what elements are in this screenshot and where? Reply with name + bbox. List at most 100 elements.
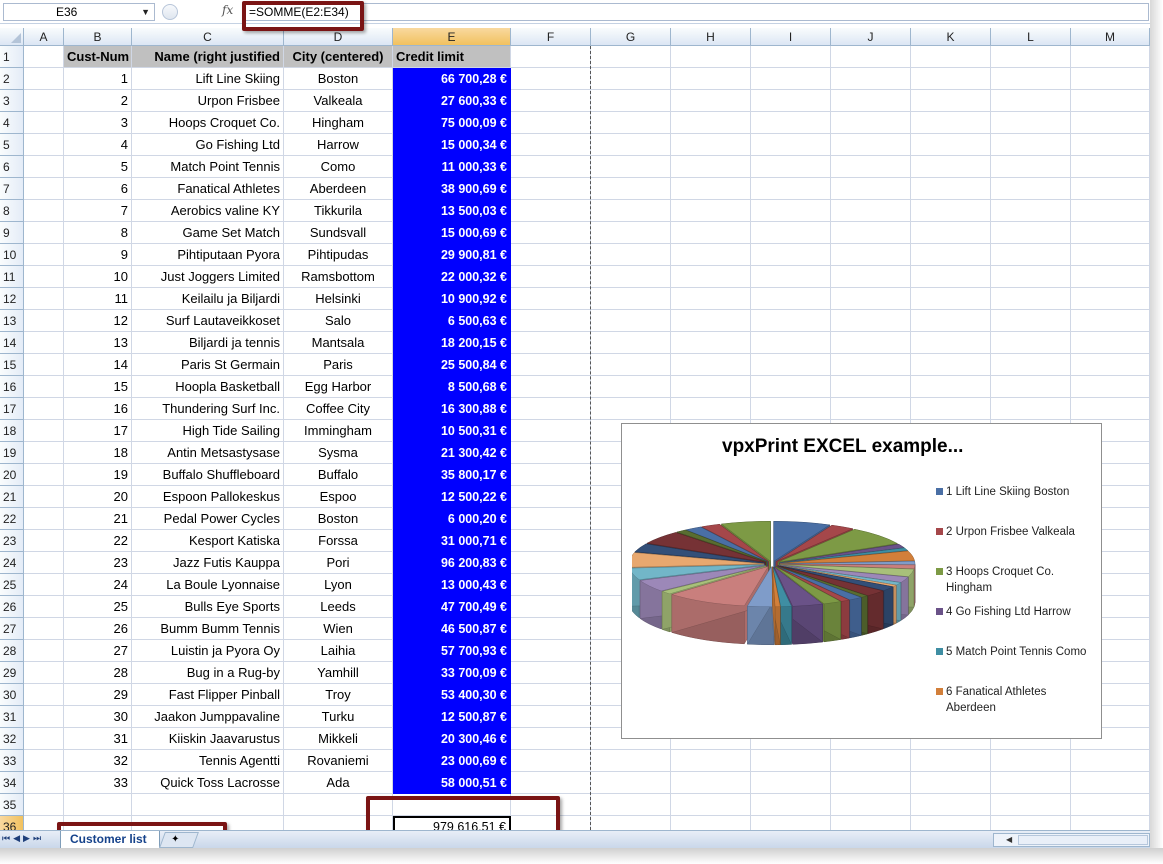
row-header[interactable]: 11: [0, 266, 24, 288]
grid-cell[interactable]: [24, 684, 64, 706]
grid-cell[interactable]: [911, 68, 991, 90]
grid-cell[interactable]: [671, 134, 751, 156]
row-header[interactable]: 19: [0, 442, 24, 464]
cell-city[interactable]: Wien: [284, 618, 393, 640]
cell-cust-num[interactable]: 29: [64, 684, 132, 706]
grid-cell[interactable]: [24, 750, 64, 772]
grid-cell[interactable]: [1071, 398, 1150, 420]
cell-credit-limit[interactable]: 23 000,69 €: [393, 750, 511, 772]
grid-cell[interactable]: [511, 618, 591, 640]
grid-cell[interactable]: [911, 266, 991, 288]
header-credit-limit[interactable]: Credit limit: [393, 46, 511, 68]
grid-cell[interactable]: [511, 728, 591, 750]
grid-cell[interactable]: [591, 244, 671, 266]
grid-cell[interactable]: [1071, 68, 1150, 90]
cell-credit-limit[interactable]: 6 000,20 €: [393, 508, 511, 530]
grid-cell[interactable]: [24, 112, 64, 134]
cell-credit-limit[interactable]: 15 000,69 €: [393, 222, 511, 244]
grid-cell[interactable]: [591, 156, 671, 178]
grid-cell[interactable]: [671, 772, 751, 794]
grid-cell[interactable]: [831, 244, 911, 266]
grid-cell[interactable]: [511, 266, 591, 288]
grid-cell[interactable]: [911, 156, 991, 178]
cell-city[interactable]: Leeds: [284, 596, 393, 618]
cell-cust-num[interactable]: 16: [64, 398, 132, 420]
grid-cell[interactable]: [24, 310, 64, 332]
grid-cell[interactable]: [24, 596, 64, 618]
column-header-b[interactable]: B: [64, 28, 132, 46]
cell-credit-limit[interactable]: 8 500,68 €: [393, 376, 511, 398]
grid-cell[interactable]: [991, 332, 1071, 354]
row-header[interactable]: 14: [0, 332, 24, 354]
grid-cell[interactable]: [511, 310, 591, 332]
column-header-i[interactable]: I: [751, 28, 831, 46]
row-header[interactable]: 17: [0, 398, 24, 420]
row-header[interactable]: 22: [0, 508, 24, 530]
cell-cust-num[interactable]: 23: [64, 552, 132, 574]
grid-cell[interactable]: [1071, 156, 1150, 178]
cell-name[interactable]: La Boule Lyonnaise: [132, 574, 284, 596]
grid-cell[interactable]: [511, 178, 591, 200]
cell-city[interactable]: Lyon: [284, 574, 393, 596]
cell-credit-limit[interactable]: 15 000,34 €: [393, 134, 511, 156]
sheet-nav-arrows-icon[interactable]: ⏮◀▶⏭: [2, 833, 44, 844]
chevron-down-icon[interactable]: ▼: [141, 4, 150, 20]
cell-cust-num[interactable]: 9: [64, 244, 132, 266]
cell-name[interactable]: Jazz Futis Kauppa: [132, 552, 284, 574]
grid-cell[interactable]: [511, 552, 591, 574]
grid-cell[interactable]: [831, 332, 911, 354]
cell-city[interactable]: Forssa: [284, 530, 393, 552]
cell-name[interactable]: Match Point Tennis: [132, 156, 284, 178]
cell-name[interactable]: Go Fishing Ltd: [132, 134, 284, 156]
row-header[interactable]: 29: [0, 662, 24, 684]
cell-name[interactable]: Bumm Bumm Tennis: [132, 618, 284, 640]
grid-cell[interactable]: [1071, 794, 1150, 816]
cell-name[interactable]: Luistin ja Pyora Oy: [132, 640, 284, 662]
grid-cell[interactable]: [511, 244, 591, 266]
cell-name[interactable]: Espoon Pallokeskus: [132, 486, 284, 508]
cell-city[interactable]: Hingham: [284, 112, 393, 134]
cell-credit-limit[interactable]: 96 200,83 €: [393, 552, 511, 574]
cell-city[interactable]: Valkeala: [284, 90, 393, 112]
grid-cell[interactable]: [1071, 222, 1150, 244]
grid-cell[interactable]: [911, 112, 991, 134]
grid-cell[interactable]: [1071, 134, 1150, 156]
grid-cell[interactable]: [831, 266, 911, 288]
cell-name[interactable]: Quick Toss Lacrosse: [132, 772, 284, 794]
sheet-tab-customer-list[interactable]: Customer list: [60, 831, 160, 849]
grid-cell[interactable]: [911, 772, 991, 794]
row-header[interactable]: 24: [0, 552, 24, 574]
row-header[interactable]: 35: [0, 794, 24, 816]
row-header[interactable]: 4: [0, 112, 24, 134]
grid-cell[interactable]: [591, 376, 671, 398]
cell-credit-limit[interactable]: 12 500,22 €: [393, 486, 511, 508]
horizontal-scrollbar[interactable]: ◀: [993, 833, 1150, 847]
grid-cell[interactable]: [24, 552, 64, 574]
cell-credit-limit[interactable]: 10 500,31 €: [393, 420, 511, 442]
grid-cell[interactable]: [751, 134, 831, 156]
grid-cell[interactable]: [511, 772, 591, 794]
grid-cell[interactable]: [831, 310, 911, 332]
cell-cust-num[interactable]: 28: [64, 662, 132, 684]
grid-cell[interactable]: [511, 442, 591, 464]
pie-chart[interactable]: vpxPrint EXCEL example... 1 Lift Line Sk…: [621, 423, 1102, 739]
cell-cust-num[interactable]: 10: [64, 266, 132, 288]
grid-cell[interactable]: [991, 46, 1071, 68]
cell-cust-num[interactable]: 31: [64, 728, 132, 750]
grid-cell[interactable]: [831, 354, 911, 376]
grid-cell[interactable]: [991, 134, 1071, 156]
grid-cell[interactable]: [911, 200, 991, 222]
grid-cell[interactable]: [511, 354, 591, 376]
cell-city[interactable]: Paris: [284, 354, 393, 376]
grid-cell[interactable]: [671, 244, 751, 266]
cell-city[interactable]: Pihtipudas: [284, 244, 393, 266]
grid-cell[interactable]: [911, 244, 991, 266]
row-header[interactable]: 23: [0, 530, 24, 552]
grid-cell[interactable]: [24, 178, 64, 200]
grid-cell[interactable]: [911, 134, 991, 156]
row-header[interactable]: 30: [0, 684, 24, 706]
grid-cell[interactable]: [591, 750, 671, 772]
grid-cell[interactable]: [831, 750, 911, 772]
grid-cell[interactable]: [911, 222, 991, 244]
grid-cell[interactable]: [64, 794, 132, 816]
